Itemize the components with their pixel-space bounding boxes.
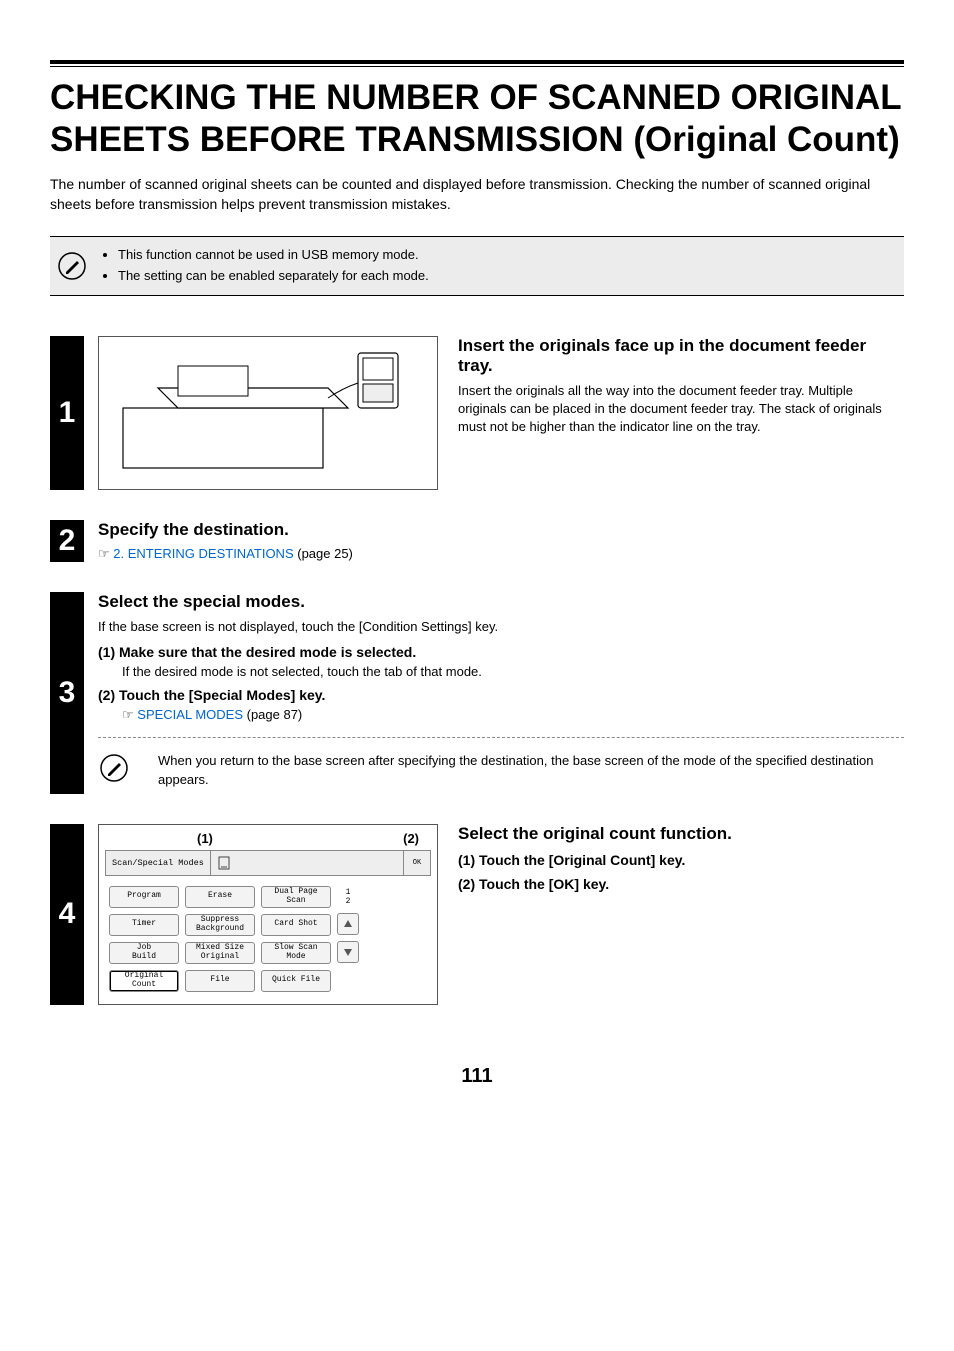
panel-col-1: Program Timer Job Build Original Count — [109, 886, 179, 992]
note-list: This function cannot be used in USB memo… — [102, 245, 429, 287]
timer-button[interactable]: Timer — [109, 914, 179, 936]
step-2: 2 Specify the destination. ☞ 2. ENTERING… — [50, 520, 904, 562]
title-rule — [50, 60, 904, 67]
step3-link-ref: ☞ SPECIAL MODES (page 87) — [122, 707, 904, 723]
step4-sub2: (2) Touch the [OK] key. — [458, 876, 732, 892]
callout-1: (1) — [197, 831, 213, 846]
step2-pageref: (page 25) — [294, 546, 353, 561]
step1-text: Insert the originals all the way into th… — [458, 382, 904, 437]
step3-sub2-head: (2) Touch the [Special Modes] key. — [98, 687, 904, 703]
note-item: This function cannot be used in USB memo… — [118, 245, 429, 266]
topbar-spacer — [211, 851, 403, 875]
step2-link-ref: ☞ 2. ENTERING DESTINATIONS (page 25) — [98, 546, 904, 562]
step-3: 3 Select the special modes. If the base … — [50, 592, 904, 794]
job-build-button[interactable]: Job Build — [109, 942, 179, 964]
note-box: This function cannot be used in USB memo… — [50, 236, 904, 296]
program-button[interactable]: Program — [109, 886, 179, 908]
special-modes-panel: (1) (2) Scan/Special Modes OK Program Ti… — [98, 824, 438, 1005]
erase-button[interactable]: Erase — [185, 886, 255, 908]
page-title: CHECKING THE NUMBER OF SCANNED ORIGINAL … — [50, 77, 904, 161]
page-number: 111 — [50, 1065, 904, 1088]
suppress-background-button[interactable]: Suppress Background — [185, 914, 255, 936]
step-number: 1 — [50, 336, 84, 490]
dashed-divider — [98, 737, 904, 738]
step4-heading: Select the original count function. — [458, 824, 732, 844]
step3-note: When you return to the base screen after… — [98, 752, 904, 794]
scroll-down-button[interactable] — [337, 941, 359, 963]
step-1: 1 Insert the originals face up i — [50, 336, 904, 490]
special-modes-link[interactable]: SPECIAL MODES — [137, 707, 243, 722]
step3-sub1-head: (1) Make sure that the desired mode is s… — [98, 644, 904, 660]
intro-paragraph: The number of scanned original sheets ca… — [50, 175, 904, 214]
note-item: The setting can be enabled separately fo… — [118, 266, 429, 287]
mixed-size-original-button[interactable]: Mixed Size Original — [185, 942, 255, 964]
panel-topbar: Scan/Special Modes OK — [105, 850, 431, 876]
step3-text: If the base screen is not displayed, tou… — [98, 618, 904, 636]
page-indicator: 1 2 — [346, 886, 351, 907]
step-number: 2 — [50, 520, 84, 562]
panel-col-2: Erase Suppress Background Mixed Size Ori… — [185, 886, 255, 992]
document-icon — [217, 856, 233, 870]
pointer-icon: ☞ — [98, 546, 110, 561]
panel-body: Program Timer Job Build Original Count E… — [105, 876, 431, 998]
step3-sub1: (1) Make sure that the desired mode is s… — [98, 644, 904, 679]
step3-pageref: (page 87) — [243, 707, 302, 722]
arrow-down-icon — [343, 947, 353, 957]
dual-page-scan-button[interactable]: Dual Page Scan — [261, 886, 331, 908]
file-button[interactable]: File — [185, 970, 255, 992]
panel-col-3: Dual Page Scan Card Shot Slow Scan Mode … — [261, 886, 331, 992]
scroll-up-button[interactable] — [337, 913, 359, 935]
card-shot-button[interactable]: Card Shot — [261, 914, 331, 936]
entering-destinations-link[interactable]: 2. ENTERING DESTINATIONS — [113, 546, 293, 561]
step3-sub2: (2) Touch the [Special Modes] key. ☞ SPE… — [98, 687, 904, 723]
pencil-icon — [98, 752, 130, 784]
quick-file-button[interactable]: Quick File — [261, 970, 331, 992]
pencil-icon — [56, 250, 88, 282]
feeder-illustration-frame — [98, 336, 438, 490]
ok-button[interactable]: OK — [403, 851, 430, 875]
panel-side-column: 1 2 — [337, 886, 359, 992]
step-number: 3 — [50, 592, 84, 794]
scan-special-modes-tab[interactable]: Scan/Special Modes — [106, 851, 211, 875]
step3-note-text: When you return to the base screen after… — [158, 752, 904, 790]
original-count-button[interactable]: Original Count — [109, 970, 179, 992]
step4-sub1: (1) Touch the [Original Count] key. — [458, 852, 732, 868]
callout-2: (2) — [403, 831, 419, 846]
slow-scan-mode-button[interactable]: Slow Scan Mode — [261, 942, 331, 964]
pointer-icon: ☞ — [122, 707, 134, 722]
step3-heading: Select the special modes. — [98, 592, 904, 612]
step-4: 4 (1) (2) Scan/Special Modes OK Program — [50, 824, 904, 1005]
feeder-illustration — [105, 343, 431, 483]
arrow-up-icon — [343, 919, 353, 929]
step2-heading: Specify the destination. — [98, 520, 904, 540]
callout-row: (1) (2) — [105, 831, 431, 846]
step-number: 4 — [50, 824, 84, 1005]
step3-sub1-text: If the desired mode is not selected, tou… — [122, 664, 904, 679]
step1-heading: Insert the originals face up in the docu… — [458, 336, 904, 376]
